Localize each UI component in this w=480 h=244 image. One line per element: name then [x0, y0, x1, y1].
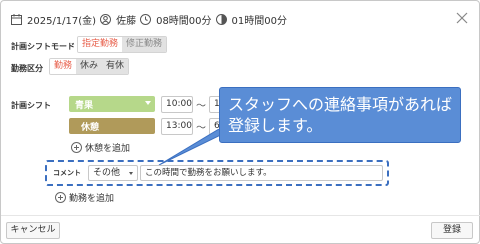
- shift-tilde: 〜: [196, 101, 206, 112]
- plus-circle-icon: [55, 192, 66, 203]
- comment-category-select[interactable]: その他: [88, 165, 138, 181]
- add-work-button[interactable]: 勤務を追加: [55, 191, 114, 204]
- chevron-down-icon: [145, 101, 151, 105]
- mode-option-specified[interactable]: 指定勤務: [78, 37, 123, 52]
- plan-shift-label: 計画シフト: [11, 101, 51, 110]
- dialog: 2025/1/17(金) 佐藤 08時間00分 01時間00分 計画シフトモード…: [0, 0, 480, 244]
- header-break-time: 01時間00分: [231, 15, 287, 27]
- shift-select[interactable]: 青果: [69, 96, 155, 112]
- break-select[interactable]: 休憩: [69, 118, 155, 134]
- shift-name: 青果: [75, 101, 94, 111]
- work-type-label: 勤務区分: [11, 64, 43, 73]
- clock-icon: [140, 13, 152, 25]
- break-start-time[interactable]: 13:00: [161, 118, 193, 135]
- header-date: 2025/1/17(金): [27, 15, 97, 27]
- shift-start-time[interactable]: 10:00: [161, 96, 193, 113]
- footer-divider: [1, 215, 480, 216]
- mode-option-modified[interactable]: 修正勤務: [122, 37, 167, 52]
- work-type-option-paid-leave[interactable]: 有休: [102, 59, 129, 74]
- work-type-toggle: 勤務 休み 有休: [49, 58, 130, 75]
- add-break-button[interactable]: 休憩を追加: [71, 141, 130, 154]
- comment-category-value: その他: [93, 168, 121, 178]
- plan-shift-mode-label: 計画シフトモード: [11, 42, 75, 51]
- header-work-time: 08時間00分: [156, 15, 212, 27]
- break-tilde: 〜: [196, 123, 206, 134]
- break-name: 休憩: [81, 123, 100, 133]
- plus-circle-icon: [71, 142, 82, 153]
- user-icon: [100, 13, 112, 25]
- dialog-header: 2025/1/17(金) 佐藤 08時間00分 01時間00分: [11, 9, 287, 29]
- callout-line-1: スタッフへの連絡事項があれば: [228, 95, 453, 114]
- comment-label: コメント: [53, 169, 81, 177]
- calendar-icon: [11, 13, 22, 25]
- cancel-button[interactable]: キャンセル: [6, 222, 60, 239]
- work-type-option-work[interactable]: 勤務: [50, 59, 77, 74]
- chevron-down-icon: [129, 172, 133, 175]
- break-icon: [215, 13, 227, 25]
- register-button[interactable]: 登録: [431, 222, 473, 239]
- comment-input[interactable]: この時間で勤務をお願いします。: [140, 165, 383, 181]
- header-person: 佐藤: [116, 15, 137, 27]
- close-icon[interactable]: [455, 11, 469, 25]
- callout-line-2: 登録します。: [228, 116, 323, 135]
- add-break-label: 休憩を追加: [85, 144, 131, 154]
- callout-annotation: スタッフへの連絡事項があれば 登録します。: [219, 87, 461, 143]
- plan-shift-mode-toggle: 指定勤務 修正勤務: [77, 36, 168, 53]
- add-work-label: 勤務を追加: [69, 194, 115, 204]
- work-type-option-off[interactable]: 休み: [76, 59, 103, 74]
